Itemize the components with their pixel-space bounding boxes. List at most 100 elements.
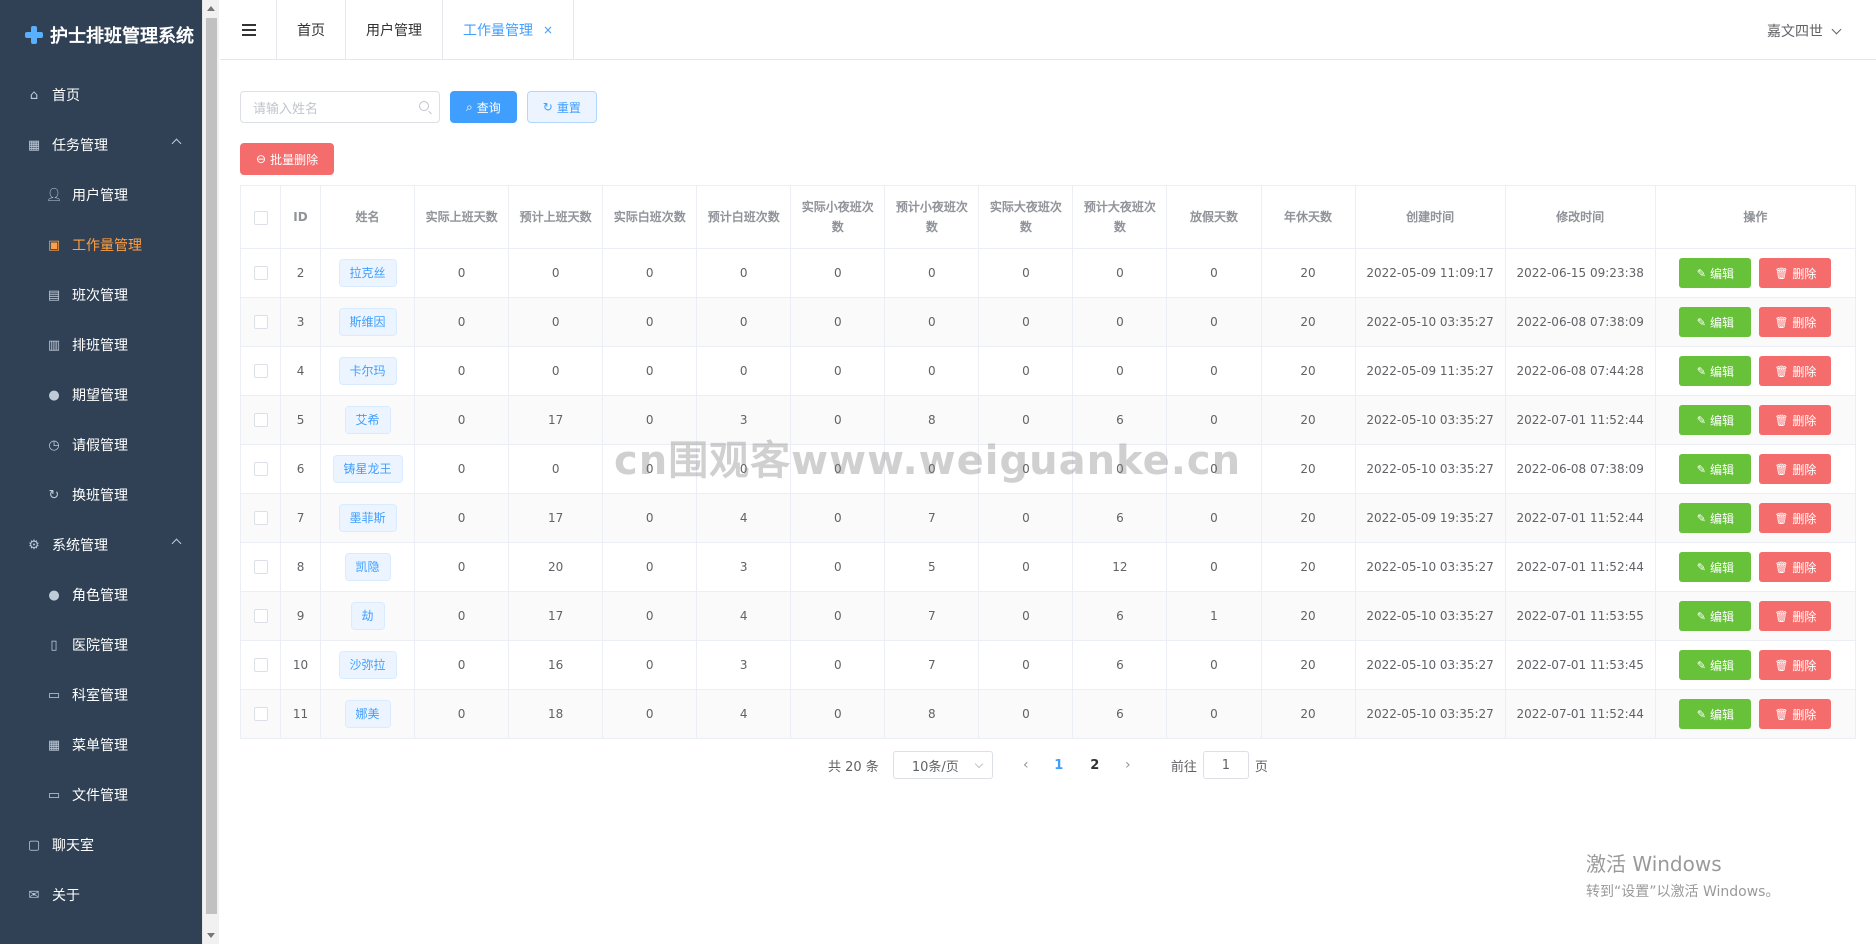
row-checkbox[interactable] — [253, 462, 268, 477]
sidebar-item-system-management[interactable]: ⚙ 系统管理 — [0, 520, 202, 570]
row-select-cell[interactable] — [240, 591, 282, 641]
column-header[interactable]: 实际白班次数 — [602, 185, 698, 249]
edit-button[interactable]: ✎ 编辑 — [1679, 307, 1752, 337]
sidebar-item-role-management[interactable]: ● 角色管理 — [0, 570, 202, 620]
column-header[interactable]: 预计小夜班次数 — [884, 185, 980, 249]
select-all-checkbox[interactable] — [253, 210, 268, 225]
goto-page-input[interactable]: 1 — [1202, 751, 1249, 779]
row-checkbox[interactable] — [253, 658, 268, 673]
sidebar-item-menu-management[interactable]: ▦ 菜单管理 — [0, 720, 202, 770]
row-select-cell[interactable] — [240, 346, 282, 396]
delete-button[interactable]: 🗑︎ 删除 — [1759, 552, 1832, 582]
delete-button[interactable]: 🗑︎ 删除 — [1759, 307, 1832, 337]
column-header[interactable]: 实际大夜班次数 — [978, 185, 1074, 249]
row-select-cell[interactable] — [240, 493, 282, 543]
close-icon[interactable]: × — [543, 23, 553, 37]
sidebar-item-workload-management[interactable]: ▣ 工作量管理 — [0, 220, 202, 270]
row-checkbox[interactable] — [253, 707, 268, 722]
sidebar-item-expectation-management[interactable]: ● 期望管理 — [0, 370, 202, 420]
page-number[interactable]: 1 — [1041, 758, 1077, 773]
sidebar-item-shift-management[interactable]: ▤ 班次管理 — [0, 270, 202, 320]
table-cell: 2022-07-01 11:52:44 — [1505, 542, 1656, 592]
edit-button[interactable]: ✎ 编辑 — [1679, 601, 1752, 631]
tab-home[interactable]: 首页 — [277, 0, 346, 59]
sidebar-item-about[interactable]: ✉ 关于 — [0, 870, 202, 920]
table-cell: 20 — [1261, 444, 1356, 494]
user-icon: 👤︎ — [45, 187, 63, 203]
delete-button[interactable]: 🗑︎ 删除 — [1759, 405, 1832, 435]
query-button[interactable]: ⌕ 查询 — [450, 91, 517, 123]
column-header[interactable]: 预计白班次数 — [696, 185, 792, 249]
delete-button[interactable]: 🗑︎ 删除 — [1759, 650, 1832, 680]
row-select-cell[interactable] — [240, 689, 282, 739]
scroll-up-arrow-icon[interactable] — [207, 6, 215, 11]
row-checkbox[interactable] — [253, 609, 268, 624]
column-header[interactable]: 预计大夜班次数 — [1072, 185, 1168, 249]
sidebar-item-user-management[interactable]: 👤︎ 用户管理 — [0, 170, 202, 220]
row-checkbox[interactable] — [253, 364, 268, 379]
row-select-cell[interactable] — [240, 444, 282, 494]
select-all-header[interactable] — [240, 185, 282, 249]
delete-button[interactable]: 🗑︎ 删除 — [1759, 699, 1832, 729]
column-header[interactable]: 修改时间 — [1505, 185, 1656, 249]
delete-button[interactable]: 🗑︎ 删除 — [1759, 356, 1832, 386]
row-checkbox[interactable] — [253, 511, 268, 526]
row-select-cell[interactable] — [240, 297, 282, 347]
row-checkbox[interactable] — [253, 560, 268, 575]
scroll-down-arrow-icon[interactable] — [207, 933, 215, 938]
row-select-cell[interactable] — [240, 640, 282, 690]
tab-workload-management[interactable]: 工作量管理 × — [443, 0, 573, 59]
sidebar-item-chat-room[interactable]: ▢ 聊天室 — [0, 820, 202, 870]
sidebar-item-file-management[interactable]: ▭ 文件管理 — [0, 770, 202, 820]
sidebar-item-schedule-management[interactable]: ▥ 排班管理 — [0, 320, 202, 370]
edit-button[interactable]: ✎ 编辑 — [1679, 258, 1752, 288]
delete-button[interactable]: 🗑︎ 删除 — [1759, 454, 1832, 484]
column-header[interactable]: 姓名 — [320, 185, 416, 249]
scrollbar-thumb[interactable] — [206, 18, 217, 914]
edit-button[interactable]: ✎ 编辑 — [1679, 699, 1752, 729]
delete-button[interactable]: 🗑︎ 删除 — [1759, 503, 1832, 533]
edit-button[interactable]: ✎ 编辑 — [1679, 552, 1752, 582]
edit-button[interactable]: ✎ 编辑 — [1679, 454, 1752, 484]
sidebar-item-task-management[interactable]: ▦ 任务管理 — [0, 120, 202, 170]
user-icon: ● — [48, 587, 60, 603]
name-search-input[interactable]: 请输入姓名 — [240, 91, 440, 123]
app-logo[interactable]: 护士排班管理系统 — [0, 0, 202, 70]
sidebar-item-hospital-management[interactable]: ▯ 医院管理 — [0, 620, 202, 670]
table-cell: 0 — [414, 689, 510, 739]
edit-button[interactable]: ✎ 编辑 — [1679, 503, 1752, 533]
sidebar-item-leave-management[interactable]: ◷ 请假管理 — [0, 420, 202, 470]
prev-page-icon[interactable]: ‹ — [1011, 757, 1041, 773]
column-header[interactable]: 预计上班天数 — [508, 185, 604, 249]
hamburger-menu-icon[interactable] — [242, 24, 256, 36]
row-select-cell[interactable] — [240, 248, 282, 298]
table-cell: 4 — [696, 591, 792, 641]
row-select-cell[interactable] — [240, 542, 282, 592]
row-select-cell[interactable] — [240, 395, 282, 445]
reset-button[interactable]: ↻ 重置 — [526, 91, 597, 123]
sidebar-item-department-management[interactable]: ▭ 科室管理 — [0, 670, 202, 720]
page-size-select[interactable]: 10条/页 — [892, 751, 993, 779]
column-header[interactable]: ID — [280, 185, 322, 249]
sidebar-item-home[interactable]: ⌂ 首页 — [0, 70, 202, 120]
edit-button[interactable]: ✎ 编辑 — [1679, 405, 1752, 435]
next-page-icon[interactable]: › — [1113, 757, 1143, 773]
column-header[interactable]: 创建时间 — [1355, 185, 1506, 249]
row-checkbox[interactable] — [253, 413, 268, 428]
column-header[interactable]: 实际小夜班次数 — [790, 185, 886, 249]
row-checkbox[interactable] — [253, 315, 268, 330]
delete-button[interactable]: 🗑︎ 删除 — [1759, 601, 1832, 631]
column-header[interactable]: 放假天数 — [1166, 185, 1262, 249]
edit-button[interactable]: ✎ 编辑 — [1679, 356, 1752, 386]
batch-delete-button[interactable]: ⊖ 批量删除 — [240, 143, 335, 175]
row-checkbox[interactable] — [253, 266, 268, 281]
column-header[interactable]: 实际上班天数 — [414, 185, 510, 249]
delete-button[interactable]: 🗑︎ 删除 — [1759, 258, 1832, 288]
user-dropdown[interactable]: 嘉文四世 — [1767, 21, 1842, 41]
edit-button[interactable]: ✎ 编辑 — [1679, 650, 1752, 680]
column-header[interactable]: 年休天数 — [1261, 185, 1356, 249]
sidebar-item-shift-swap-management[interactable]: ↻ 换班管理 — [0, 470, 202, 520]
page-number[interactable]: 2 — [1077, 758, 1113, 773]
sidebar-scrollbar[interactable] — [202, 0, 219, 944]
tab-user-management[interactable]: 用户管理 — [346, 0, 443, 59]
